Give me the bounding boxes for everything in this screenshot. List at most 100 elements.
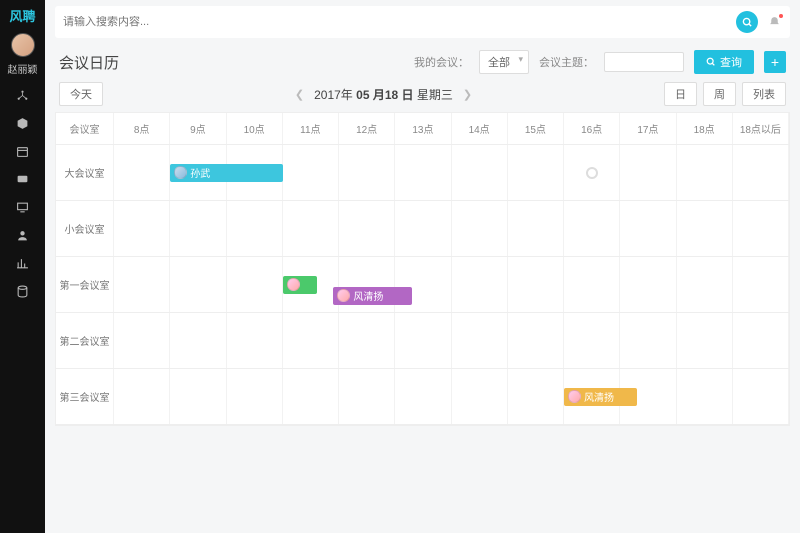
time-cell[interactable] bbox=[395, 313, 451, 368]
meeting-event[interactable]: 孙武 bbox=[170, 164, 282, 182]
col-hour: 13点 bbox=[395, 113, 451, 144]
view-day-button[interactable]: 日 bbox=[664, 82, 697, 106]
notification-bell[interactable] bbox=[766, 14, 782, 30]
time-cell[interactable] bbox=[733, 201, 789, 256]
org-icon[interactable] bbox=[16, 88, 30, 102]
time-cell[interactable] bbox=[733, 369, 789, 424]
search-filter-button[interactable]: 查询 bbox=[694, 50, 754, 74]
time-cell[interactable] bbox=[620, 145, 676, 200]
time-cell[interactable] bbox=[114, 145, 170, 200]
col-hour: 15点 bbox=[508, 113, 564, 144]
time-cell[interactable] bbox=[677, 145, 733, 200]
time-cell[interactable] bbox=[227, 257, 283, 312]
col-hour: 18点以后 bbox=[733, 113, 789, 144]
time-cell[interactable] bbox=[114, 201, 170, 256]
calendar-icon[interactable] bbox=[16, 144, 30, 158]
time-cell[interactable] bbox=[227, 313, 283, 368]
db-icon[interactable] bbox=[16, 284, 30, 298]
current-date: 2017年 05 月18 日 星期三 bbox=[314, 86, 453, 103]
filter-subject-label: 会议主题： bbox=[539, 54, 594, 70]
time-cell[interactable] bbox=[283, 369, 339, 424]
time-cell[interactable] bbox=[339, 313, 395, 368]
meeting-event[interactable]: 风清扬 bbox=[333, 287, 412, 305]
search-input[interactable] bbox=[63, 16, 736, 28]
today-button[interactable]: 今天 bbox=[59, 82, 103, 106]
time-cell[interactable] bbox=[170, 257, 226, 312]
time-cell[interactable] bbox=[620, 313, 676, 368]
search-button[interactable] bbox=[736, 11, 758, 33]
event-name: 风清扬 bbox=[353, 288, 383, 303]
time-cell[interactable] bbox=[114, 369, 170, 424]
time-cell[interactable] bbox=[114, 313, 170, 368]
time-cell[interactable] bbox=[452, 313, 508, 368]
time-cell[interactable] bbox=[620, 257, 676, 312]
monitor-icon[interactable] bbox=[16, 200, 30, 214]
time-cell[interactable] bbox=[339, 369, 395, 424]
time-cell[interactable] bbox=[339, 201, 395, 256]
time-cell[interactable] bbox=[508, 201, 564, 256]
time-cell[interactable] bbox=[508, 145, 564, 200]
col-hour: 18点 bbox=[677, 113, 733, 144]
room-row: 大会议室孙武 bbox=[56, 145, 789, 201]
time-cell[interactable] bbox=[508, 313, 564, 368]
time-cell[interactable] bbox=[452, 145, 508, 200]
event-name: 风清扬 bbox=[584, 389, 614, 404]
filter-mymeeting-select[interactable]: 全部 bbox=[479, 50, 529, 74]
time-cell[interactable] bbox=[227, 369, 283, 424]
time-cell[interactable] bbox=[733, 313, 789, 368]
time-cell[interactable] bbox=[283, 201, 339, 256]
event-avatar bbox=[287, 278, 300, 291]
sidebar: 风聘 赵丽颖 bbox=[0, 0, 45, 533]
time-cell[interactable] bbox=[677, 369, 733, 424]
room-row: 小会议室 bbox=[56, 201, 789, 257]
user-avatar[interactable] bbox=[11, 33, 35, 57]
time-cell[interactable] bbox=[170, 313, 226, 368]
search-filter-label: 查询 bbox=[720, 54, 742, 70]
col-hour: 17点 bbox=[620, 113, 676, 144]
view-week-button[interactable]: 周 bbox=[703, 82, 736, 106]
time-cell[interactable] bbox=[170, 369, 226, 424]
time-cell[interactable] bbox=[283, 145, 339, 200]
person-icon[interactable] bbox=[16, 228, 30, 242]
time-cell[interactable] bbox=[452, 369, 508, 424]
time-cell[interactable] bbox=[733, 257, 789, 312]
time-cell[interactable] bbox=[564, 257, 620, 312]
time-cell[interactable] bbox=[564, 201, 620, 256]
meeting-event[interactable]: 风清扬 bbox=[564, 388, 637, 406]
time-cell[interactable] bbox=[452, 257, 508, 312]
prev-day-button[interactable]: ❮ bbox=[295, 88, 304, 101]
event-avatar bbox=[568, 390, 581, 403]
event-avatar bbox=[337, 289, 350, 302]
time-cell[interactable] bbox=[170, 201, 226, 256]
time-cell[interactable] bbox=[227, 201, 283, 256]
time-cell[interactable] bbox=[564, 313, 620, 368]
meeting-event[interactable] bbox=[283, 276, 317, 294]
chart-icon[interactable] bbox=[16, 256, 30, 270]
time-cell[interactable] bbox=[677, 313, 733, 368]
time-cell[interactable] bbox=[508, 369, 564, 424]
time-cell[interactable] bbox=[508, 257, 564, 312]
search-icon bbox=[706, 57, 716, 67]
time-cell[interactable] bbox=[339, 145, 395, 200]
col-room: 会议室 bbox=[56, 113, 114, 144]
time-cell[interactable] bbox=[452, 201, 508, 256]
cube-icon[interactable] bbox=[16, 116, 30, 130]
time-cell[interactable] bbox=[733, 145, 789, 200]
time-cell[interactable] bbox=[395, 145, 451, 200]
chat-icon[interactable] bbox=[16, 172, 30, 186]
view-list-button[interactable]: 列表 bbox=[742, 82, 786, 106]
time-cell[interactable] bbox=[283, 313, 339, 368]
time-cell[interactable] bbox=[677, 257, 733, 312]
col-hour: 14点 bbox=[452, 113, 508, 144]
col-hour: 16点 bbox=[564, 113, 620, 144]
time-cell[interactable] bbox=[395, 201, 451, 256]
next-day-button[interactable]: ❯ bbox=[463, 88, 472, 101]
time-cell[interactable] bbox=[677, 201, 733, 256]
time-cell[interactable] bbox=[114, 257, 170, 312]
room-name: 第二会议室 bbox=[56, 313, 114, 368]
time-cell[interactable] bbox=[395, 369, 451, 424]
col-hour: 8点 bbox=[114, 113, 170, 144]
add-meeting-button[interactable]: + bbox=[764, 51, 786, 73]
time-cell[interactable] bbox=[620, 201, 676, 256]
filter-subject-input[interactable] bbox=[604, 52, 684, 72]
